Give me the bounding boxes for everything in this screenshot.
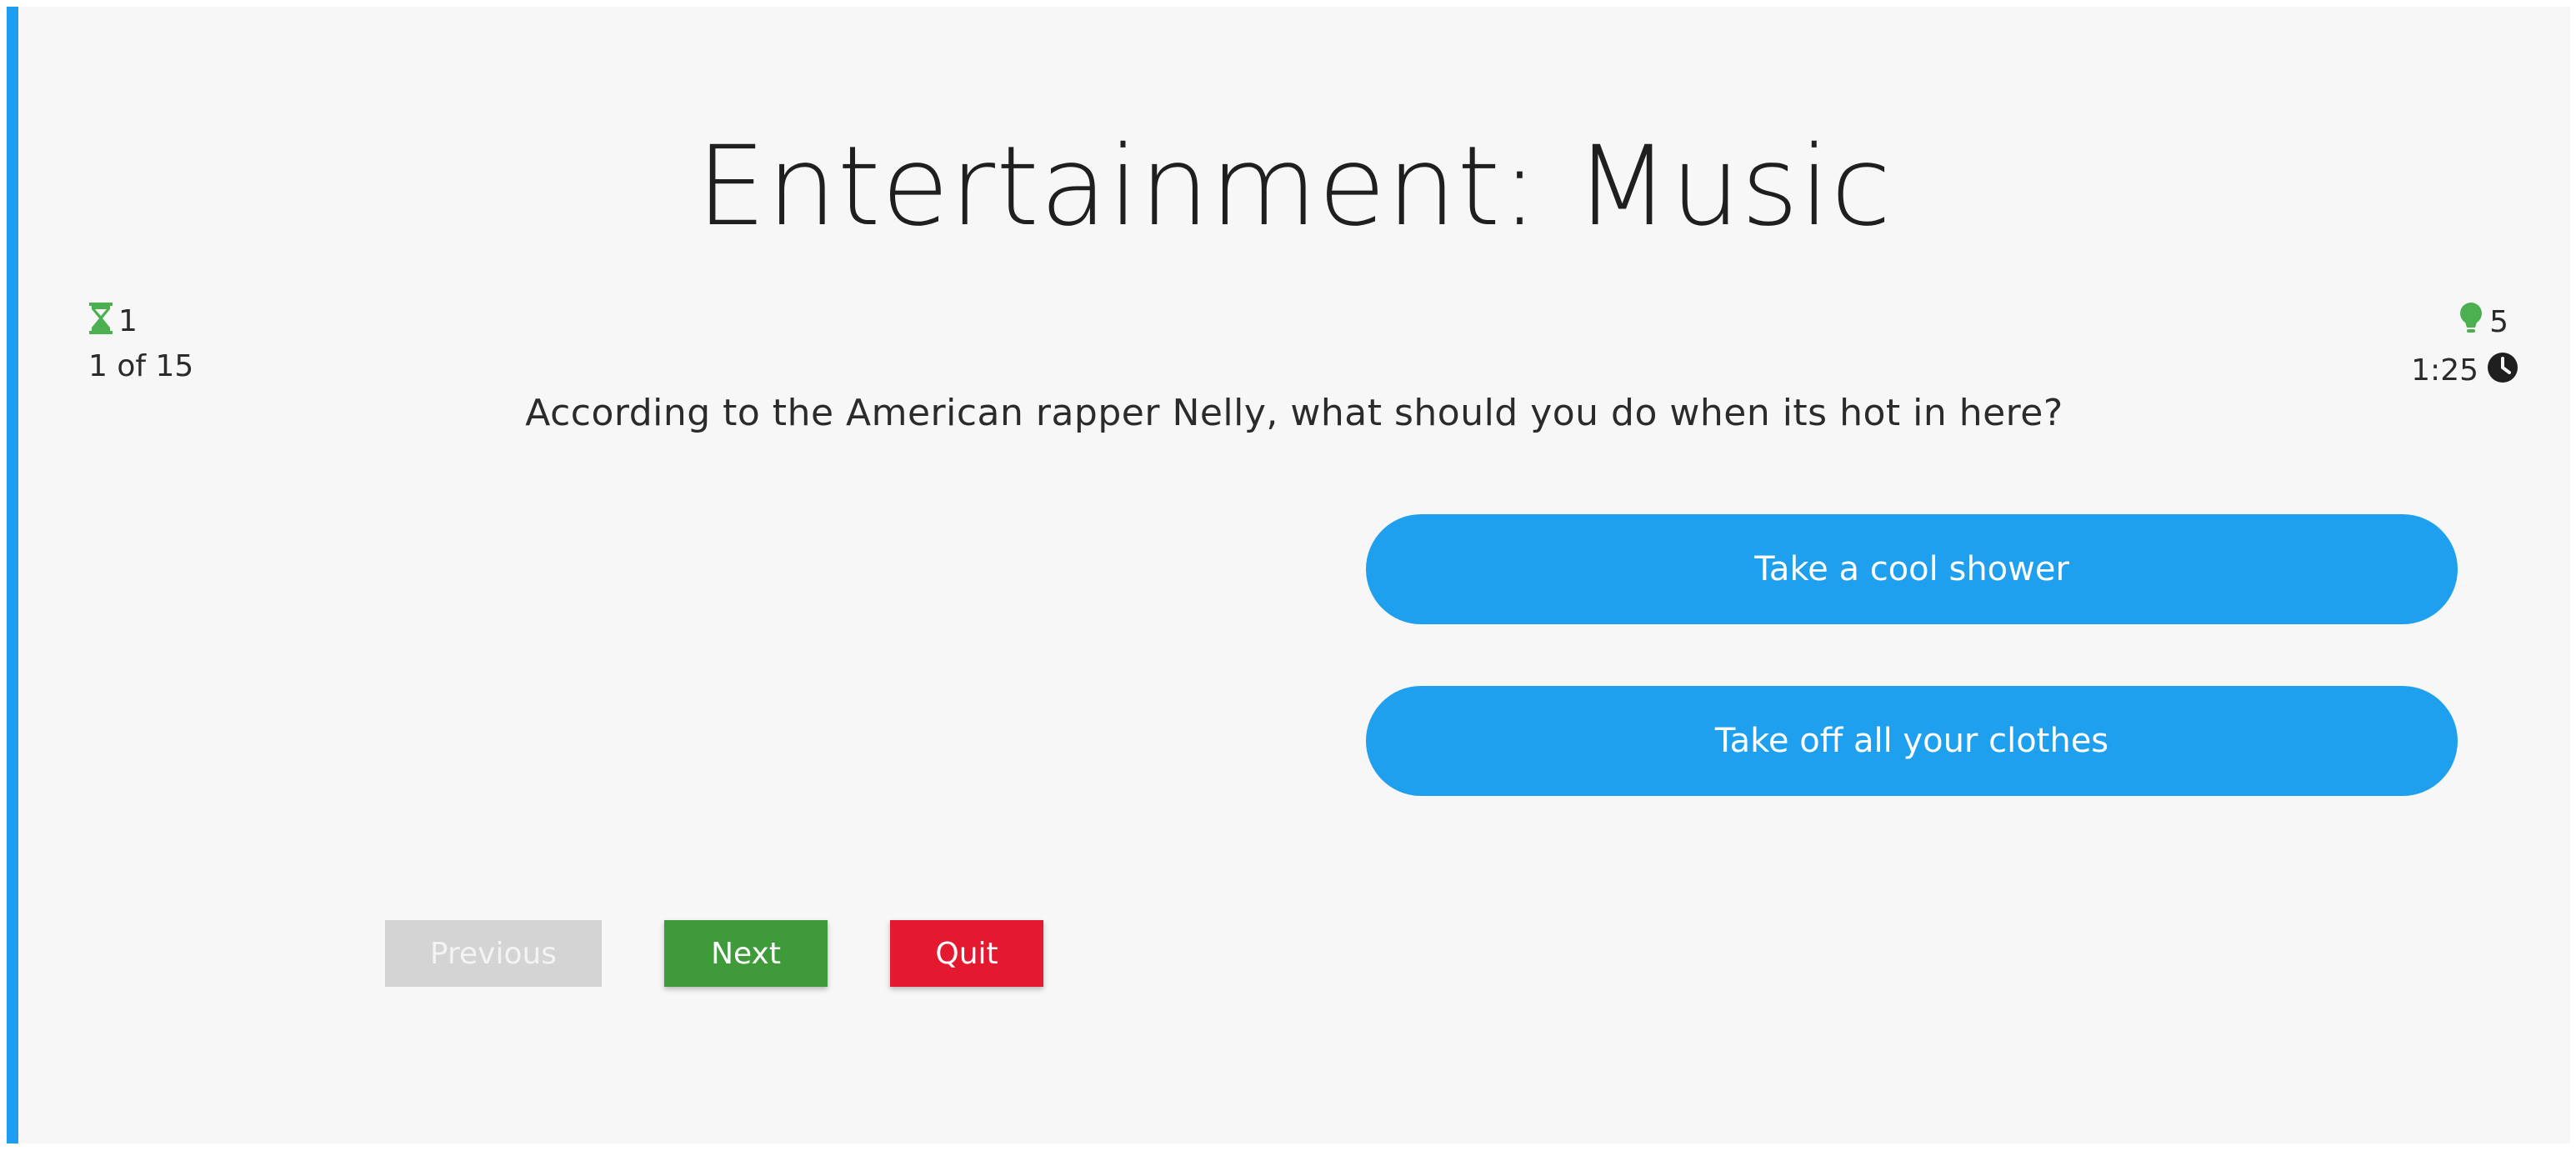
question-text: According to the American rapper Nelly, … (525, 392, 2063, 434)
answer-option-1[interactable]: Take a cool shower (1366, 514, 2458, 624)
hourglass-icon (88, 303, 113, 340)
hints-count: 1 (118, 303, 138, 338)
previous-button[interactable]: Previous (385, 920, 602, 987)
lightbulb-icon (2459, 303, 2483, 342)
fifty-fifty-counter: 5 (2459, 303, 2508, 342)
timer-value: 1:25 (2411, 353, 2478, 388)
question-progress: 1 of 15 (88, 349, 194, 383)
category-title: Entertainment: Music (696, 123, 1893, 251)
clock-icon (2487, 352, 2518, 389)
hints-counter: 1 (88, 303, 138, 340)
answer-option-2[interactable]: Take off all your clothes (1366, 686, 2458, 796)
fifty-fifty-count: 5 (2489, 304, 2508, 339)
next-button[interactable]: Next (664, 920, 828, 987)
quit-button[interactable]: Quit (890, 920, 1043, 987)
quiz-panel: Entertainment: Music 1 1 of 15 5 1:25 Ac… (7, 7, 2570, 1143)
timer: 1:25 (2411, 352, 2518, 389)
